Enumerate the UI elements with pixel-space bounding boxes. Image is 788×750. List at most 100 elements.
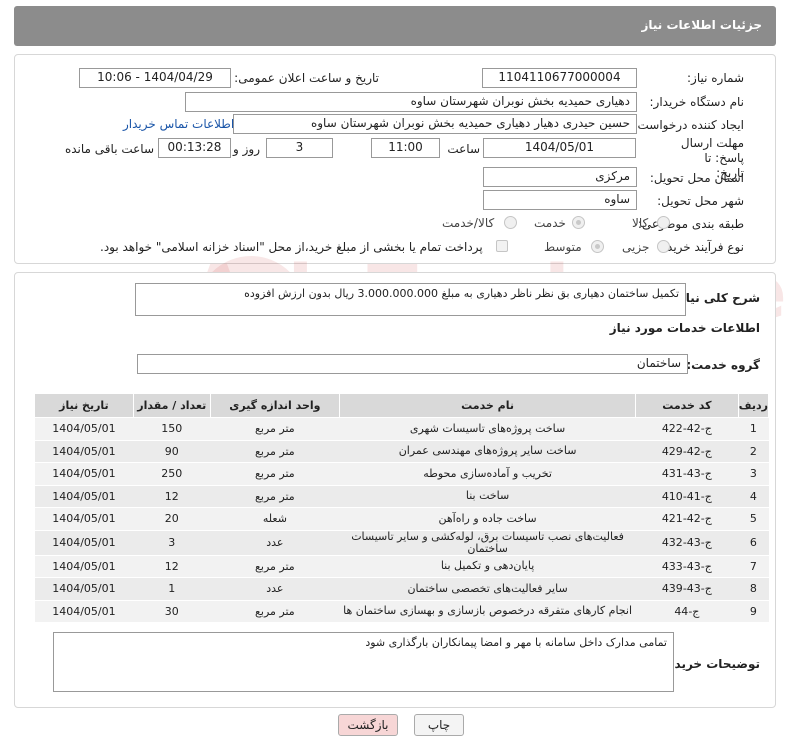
cell-date: 1404/05/01 bbox=[34, 440, 134, 463]
table-row: 1404/05/01 20 شعله ساخت جاده و راه‌آهن ج-42-… bbox=[34, 507, 769, 531]
cell-unit: متر مربع bbox=[210, 462, 340, 486]
cell-index: 6 bbox=[738, 530, 769, 556]
cell-index: 4 bbox=[738, 485, 769, 508]
contact-info-link[interactable]: اطلاعات تماس خریدار bbox=[123, 117, 234, 131]
cell-qty: 250 bbox=[133, 462, 211, 486]
category-radio-goods[interactable] bbox=[657, 216, 670, 229]
category-label-goods: کالا bbox=[632, 216, 649, 230]
table-row: 1404/05/01 150 متر مربع ساخت پروژه‌های تاسی… bbox=[34, 417, 769, 441]
cell-qty: 20 bbox=[133, 507, 211, 531]
cell-unit: متر مربع bbox=[210, 417, 340, 441]
cell-index: 1 bbox=[738, 417, 769, 441]
days-label: روز و bbox=[233, 142, 260, 156]
cell-unit: عدد bbox=[210, 530, 340, 556]
table-header-row: تاریخ نیاز تعداد / مقدار واحد اندازه گیر… bbox=[34, 393, 770, 418]
buyer-notes-textarea[interactable]: تمامی مدارک داخل سامانه با مهر و امضا پی… bbox=[53, 632, 674, 692]
cell-date: 1404/05/01 bbox=[34, 577, 134, 601]
cell-name: فعالیت‌های نصب تاسیسات برق، لوله‌کشی و س… bbox=[339, 530, 636, 556]
cell-code: ج-42-421 bbox=[635, 507, 739, 531]
requester-field: حسین حیدری دهیار دهیاری حمیدیه بخش نوبرا… bbox=[233, 114, 637, 134]
city-field: ساوه bbox=[483, 190, 637, 210]
cell-index: 5 bbox=[738, 507, 769, 531]
cell-qty: 30 bbox=[133, 600, 211, 623]
need-number-label: شماره نیاز: bbox=[687, 71, 744, 85]
remaining-label: ساعت باقی مانده bbox=[64, 142, 154, 156]
category-label: طبقه بندی موضوعی: bbox=[637, 217, 744, 231]
cell-index: 9 bbox=[738, 600, 769, 623]
back-button[interactable]: بازگشت bbox=[338, 714, 398, 736]
category-label-goods-service: کالا/خدمت bbox=[442, 216, 495, 230]
cell-unit: متر مربع bbox=[210, 485, 340, 508]
cell-name: انجام کارهای متفرقه درخصوص بازسازی و بهس… bbox=[339, 600, 636, 623]
cell-qty: 150 bbox=[133, 417, 211, 441]
summary-label: شرح کلی نیاز: bbox=[674, 291, 760, 305]
cell-index: 8 bbox=[738, 577, 769, 601]
col-code: کد خدمت bbox=[634, 393, 739, 418]
table-row: 1404/05/01 12 متر مربع ساخت بنا ج-41-410 4 bbox=[34, 485, 769, 508]
col-unit: واحد اندازه گیری bbox=[209, 393, 341, 418]
page-title: جزئیات اطلاعات نیاز bbox=[641, 18, 762, 32]
cell-name: ساخت جاده و راه‌آهن bbox=[339, 507, 636, 531]
cell-date: 1404/05/01 bbox=[34, 530, 134, 556]
cell-name: سایر فعالیت‌های تخصصی ساختمان bbox=[339, 577, 636, 601]
cell-code: ج-42-429 bbox=[635, 440, 739, 463]
col-index: ردیف bbox=[737, 393, 770, 418]
cell-name: تخریب و آماده‌سازی محوطه bbox=[339, 462, 636, 486]
category-label-service: خدمت bbox=[534, 216, 566, 230]
table-row: 1404/05/01 1 عدد سایر فعالیت‌های تخصصی ساخت… bbox=[34, 577, 769, 601]
cell-code: ج-43-431 bbox=[635, 462, 739, 486]
col-date: تاریخ نیاز bbox=[34, 393, 134, 418]
cell-code: ج-43-432 bbox=[635, 530, 739, 556]
city-label: شهر محل تحویل: bbox=[657, 194, 744, 208]
cell-qty: 12 bbox=[133, 485, 211, 508]
cell-code: ج-44 bbox=[635, 600, 739, 623]
cell-unit: متر مربع bbox=[210, 440, 340, 463]
cell-date: 1404/05/01 bbox=[34, 485, 134, 508]
cell-qty: 1 bbox=[133, 577, 211, 601]
cell-name: پایان‌دهی و تکمیل بنا bbox=[339, 555, 636, 578]
deadline-date-field: 1404/05/01 bbox=[483, 138, 636, 158]
print-button[interactable]: چاپ bbox=[414, 714, 464, 736]
group-field: ساختمان bbox=[137, 354, 688, 374]
announce-label: تاریخ و ساعت اعلان عمومی: bbox=[234, 71, 379, 85]
cell-qty: 90 bbox=[133, 440, 211, 463]
cell-unit: متر مربع bbox=[210, 600, 340, 623]
cell-code: ج-43-433 bbox=[635, 555, 739, 578]
deadline-time-label: ساعت bbox=[447, 142, 480, 156]
days-field: 3 bbox=[266, 138, 333, 158]
deadline-time-field: 11:00 bbox=[371, 138, 440, 158]
cell-code: ج-41-410 bbox=[635, 485, 739, 508]
col-name: نام خدمت bbox=[339, 393, 636, 418]
cell-name: ساخت سایر پروژه‌های مهندسی عمران bbox=[339, 440, 636, 463]
services-table: تاریخ نیاز تعداد / مقدار واحد اندازه گیر… bbox=[34, 393, 770, 623]
services-title: اطلاعات خدمات مورد نیاز bbox=[609, 321, 760, 335]
cell-unit: عدد bbox=[210, 577, 340, 601]
group-label: گروه خدمت: bbox=[686, 358, 760, 372]
cell-qty: 3 bbox=[133, 530, 211, 556]
cell-date: 1404/05/01 bbox=[34, 507, 134, 531]
cell-index: 7 bbox=[738, 555, 769, 578]
header-bar: جزئیات اطلاعات نیاز bbox=[14, 6, 776, 46]
category-radio-service[interactable] bbox=[572, 216, 585, 229]
table-row: 1404/05/01 90 متر مربع ساخت سایر پروژه‌های … bbox=[34, 440, 769, 463]
table-row: 1404/05/01 3 عدد فعالیت‌های نصب تاسیسات برق… bbox=[34, 530, 769, 556]
cell-index: 2 bbox=[738, 440, 769, 463]
col-qty: تعداد / مقدار bbox=[132, 393, 211, 418]
cell-date: 1404/05/01 bbox=[34, 417, 134, 441]
cell-date: 1404/05/01 bbox=[34, 600, 134, 623]
cell-code: ج-43-439 bbox=[635, 577, 739, 601]
summary-textarea[interactable]: تکمیل ساختمان دهیاری بق نظر ناظر دهیاری … bbox=[135, 283, 686, 316]
table-row: 1404/05/01 12 متر مربع پایان‌دهی و تکمیل بن… bbox=[34, 555, 769, 578]
table-row: 1404/05/01 250 متر مربع تخریب و آماده‌سازی … bbox=[34, 462, 769, 486]
cell-qty: 12 bbox=[133, 555, 211, 578]
cell-date: 1404/05/01 bbox=[34, 555, 134, 578]
cell-index: 3 bbox=[738, 462, 769, 486]
table-row: 1404/05/01 30 متر مربع انجام کارهای متفرقه … bbox=[34, 600, 769, 623]
cell-code: ج-42-422 bbox=[635, 417, 739, 441]
need-number-field: 1104110677000004 bbox=[482, 68, 637, 88]
requester-label: ایجاد کننده درخواست: bbox=[633, 118, 744, 132]
announce-field: 1404/04/29 - 10:06 bbox=[79, 68, 231, 88]
category-radio-goods-service[interactable] bbox=[504, 216, 517, 229]
cell-name: ساخت پروژه‌های تاسیسات شهری bbox=[339, 417, 636, 441]
cell-date: 1404/05/01 bbox=[34, 462, 134, 486]
